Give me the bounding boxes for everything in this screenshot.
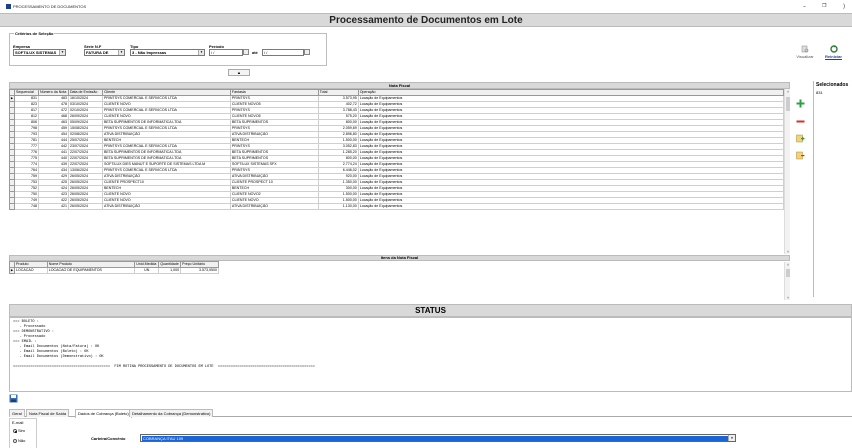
reiniciar-button[interactable]: Reiniciar bbox=[815, 45, 852, 59]
tipo-value: 3 - Não Impressas bbox=[132, 50, 167, 55]
email-legend: E-mail bbox=[12, 420, 24, 425]
visualizar-button[interactable]: Visualizar bbox=[795, 45, 815, 59]
table-row[interactable]: 748 421 26/05/2024 ATIVA DISTRIBUIÇÃO ATIVA … bbox=[9, 203, 785, 210]
scroll-thumb[interactable] bbox=[786, 97, 790, 111]
email-nao-radio[interactable]: Não bbox=[13, 438, 25, 443]
email-group: E-mail Sim Não bbox=[9, 418, 37, 448]
tab-detalhamento-cobranca[interactable]: Detalhamento da Cobrança (Demonstrativo) bbox=[129, 409, 214, 417]
selecionados-item[interactable]: 831 bbox=[816, 90, 823, 95]
scroll-up-icon[interactable]: ˄ bbox=[785, 262, 791, 267]
tab-dados-cobranca-boleto[interactable]: Dados de Cobrança (Boleto) bbox=[75, 409, 132, 418]
email-nao-label: Não bbox=[18, 438, 26, 443]
selecionados-panel: Selecionados 831 bbox=[813, 81, 852, 297]
status-header: STATUS bbox=[9, 304, 852, 317]
table-cell: 421 bbox=[37, 203, 69, 210]
table-cell: 748 bbox=[13, 203, 39, 210]
calendar-icon[interactable] bbox=[243, 49, 249, 55]
chevron-down-icon[interactable]: ▼ bbox=[728, 435, 735, 441]
table-cell: 26/05/2024 bbox=[67, 203, 103, 210]
itens-scrollbar[interactable]: ˄ ˅ bbox=[784, 262, 790, 300]
radio-unchecked-icon bbox=[13, 438, 17, 443]
add-icon[interactable] bbox=[796, 99, 805, 108]
periodo-end-input[interactable]: / / bbox=[262, 49, 304, 56]
tab-geral[interactable]: Geral bbox=[9, 409, 25, 417]
visualizar-icon bbox=[801, 45, 809, 53]
chevron-down-icon[interactable]: ▼ bbox=[118, 50, 124, 55]
nota-fiscal-scrollbar[interactable]: ˄ ˅ bbox=[784, 89, 790, 254]
selecionados-header: Selecionados bbox=[816, 82, 849, 88]
column-header[interactable]: Número da Nota bbox=[37, 89, 69, 96]
page-title: Processamento de Documentos em Lote bbox=[329, 15, 523, 26]
email-sim-label: Sim bbox=[18, 428, 25, 433]
email-sim-radio[interactable]: Sim bbox=[13, 428, 25, 433]
convenio-value: COBRANÇA ITAU 109 bbox=[142, 436, 728, 441]
tab-nota-fiscal-saida[interactable]: Nota Fiscal de Saída bbox=[26, 409, 70, 417]
scroll-up-icon[interactable]: ˄ bbox=[785, 89, 791, 94]
tab-strip: Geral Nota Fiscal de Saída Dados de Cobran… bbox=[9, 409, 852, 418]
status-log: === BOLETO : - Processado === DEMONSTRATI… bbox=[9, 317, 852, 392]
app-icon bbox=[6, 4, 11, 9]
table-cell: UN bbox=[134, 267, 160, 274]
ate-label: até bbox=[252, 50, 258, 55]
remove-all-icon[interactable] bbox=[796, 151, 805, 160]
remove-icon[interactable] bbox=[796, 117, 805, 126]
table-cell: ATIVA DISTRIBUIÇÃO bbox=[229, 203, 319, 210]
window-title: PROCESSAMENTO DE DOCUMENTOS bbox=[13, 4, 87, 9]
reiniciar-icon bbox=[829, 45, 838, 53]
selection-criteria-group: Critérios de Seleção Empresa SOFTILUX SI… bbox=[9, 31, 327, 66]
add-all-icon[interactable] bbox=[796, 134, 805, 143]
table-cell: LOCACAO DE EQUIPAMENTOS bbox=[46, 267, 136, 274]
close-button[interactable]: ⟩ bbox=[843, 3, 845, 10]
table-cell: ATIVA DISTRIBUIÇÃO bbox=[101, 203, 231, 210]
window-titlebar: PROCESSAMENTO DE DOCUMENTOS – ❐ ⟩ bbox=[0, 0, 852, 13]
empresa-select[interactable]: SOFTILUX SISTEMAS ▼ bbox=[13, 49, 66, 56]
scroll-down-icon[interactable]: ˅ bbox=[785, 249, 791, 254]
empresa-value: SOFTILUX SISTEMAS bbox=[15, 50, 57, 55]
periodo-start-input[interactable]: / / bbox=[209, 49, 243, 56]
table-cell: 1,000 bbox=[158, 267, 182, 274]
table-row[interactable]: ▶ LOCACAO LOCACAO DE EQUIPAMENTOS UN 1,000 3.… bbox=[9, 267, 219, 274]
scroll-down-icon[interactable]: ˅ bbox=[785, 295, 791, 300]
tipo-select[interactable]: 3 - Não Impressas ▼ bbox=[130, 49, 205, 56]
convenio-label: Carteira/Convênio bbox=[91, 436, 126, 441]
column-header[interactable]: Quantidade bbox=[158, 261, 182, 268]
chevron-down-icon[interactable]: ▼ bbox=[198, 50, 204, 55]
convenio-select[interactable]: COBRANÇA ITAU 109 ▼ bbox=[140, 434, 736, 442]
radio-checked-icon bbox=[13, 428, 17, 433]
nota-fiscal-header: Nota Fiscal bbox=[9, 82, 790, 89]
table-cell: LOCACAO bbox=[13, 267, 48, 274]
itens-table: Produto Nome Produto Unid.Medida Quantidade… bbox=[9, 261, 219, 274]
table-cell: 3.573,9500 bbox=[180, 267, 219, 274]
visualizar-label: Visualizar bbox=[796, 54, 814, 59]
save-icon[interactable] bbox=[9, 394, 18, 403]
nota-fiscal-table: Sequencial Número da Nota Data de Emissão C… bbox=[9, 89, 785, 210]
criteria-legend: Critérios de Seleção bbox=[14, 31, 55, 36]
collapse-criteria-button[interactable]: ▲ bbox=[228, 69, 250, 76]
calendar-icon[interactable] bbox=[304, 49, 310, 55]
reiniciar-label: Reiniciar bbox=[825, 54, 842, 59]
column-header[interactable]: Unid.Medida bbox=[134, 261, 160, 268]
minimize-button[interactable]: – bbox=[803, 3, 806, 10]
scroll-thumb[interactable] bbox=[786, 269, 790, 277]
status-line: ========================================… bbox=[13, 365, 315, 369]
serie-value: FATURA DE bbox=[86, 50, 109, 55]
page-banner: Processamento de Documentos em Lote bbox=[0, 13, 852, 27]
restore-button[interactable]: ❐ bbox=[822, 3, 826, 9]
table-cell: 1.130,00 bbox=[317, 203, 359, 210]
chevron-down-icon[interactable]: ▼ bbox=[59, 50, 65, 55]
table-cell: Locação de Equipamentos bbox=[357, 203, 785, 210]
serie-select[interactable]: FATURA DE ▼ bbox=[84, 49, 125, 56]
